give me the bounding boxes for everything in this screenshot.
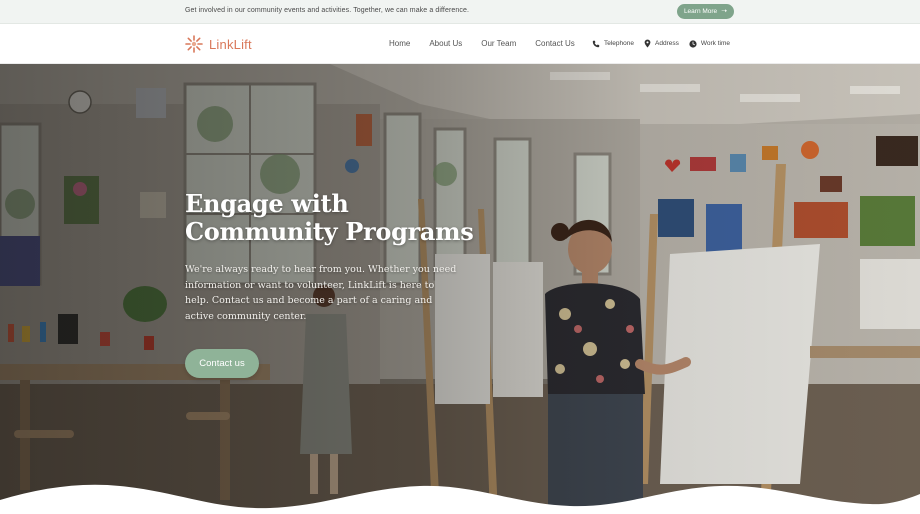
work-time-label: Work time xyxy=(700,40,730,47)
nav-item-contact-us[interactable]: Contact Us xyxy=(535,39,575,48)
site-header: LinkLift Home About Us Our Team Contact … xyxy=(0,24,920,64)
announcement-text: Get involved in our community events and… xyxy=(185,7,470,14)
hero-title-line-1: Engage with xyxy=(185,189,349,218)
wave-divider xyxy=(0,484,920,514)
nav-item-our-team[interactable]: Our Team xyxy=(481,39,516,48)
nav-item-about-us[interactable]: About Us xyxy=(429,39,462,48)
logo-text: LinkLift xyxy=(209,36,252,52)
contact-info: Telephone Address Work time xyxy=(592,39,740,48)
telephone-label: Telephone xyxy=(604,40,634,47)
address-link[interactable]: Address xyxy=(644,39,679,48)
logo[interactable]: LinkLift xyxy=(185,34,252,54)
contact-us-button[interactable]: Contact us xyxy=(185,349,259,378)
hero-title-line-2: Community Programs xyxy=(185,217,474,246)
address-label: Address xyxy=(655,40,679,47)
announcement-bar: Get involved in our community events and… xyxy=(0,0,920,24)
clock-icon xyxy=(689,39,697,48)
hero-section: Engage with Community Programs We're alw… xyxy=(0,64,920,514)
nav-item-home[interactable]: Home xyxy=(389,39,410,48)
hero-description: We're always ready to hear from you. Whe… xyxy=(185,264,457,322)
hero-overlay xyxy=(0,64,920,514)
main-nav: Home About Us Our Team Contact Us xyxy=(389,39,594,48)
sunburst-logo-icon xyxy=(185,35,203,53)
phone-icon xyxy=(592,40,600,47)
learn-more-label: Learn More xyxy=(683,8,718,15)
location-pin-icon xyxy=(644,39,651,48)
work-time-link[interactable]: Work time xyxy=(689,39,730,48)
hero-title: Engage with Community Programs xyxy=(185,190,485,246)
learn-more-button[interactable]: Learn More ➝ xyxy=(677,4,734,19)
telephone-link[interactable]: Telephone xyxy=(592,40,634,48)
arrow-right-icon: ➝ xyxy=(721,8,728,15)
